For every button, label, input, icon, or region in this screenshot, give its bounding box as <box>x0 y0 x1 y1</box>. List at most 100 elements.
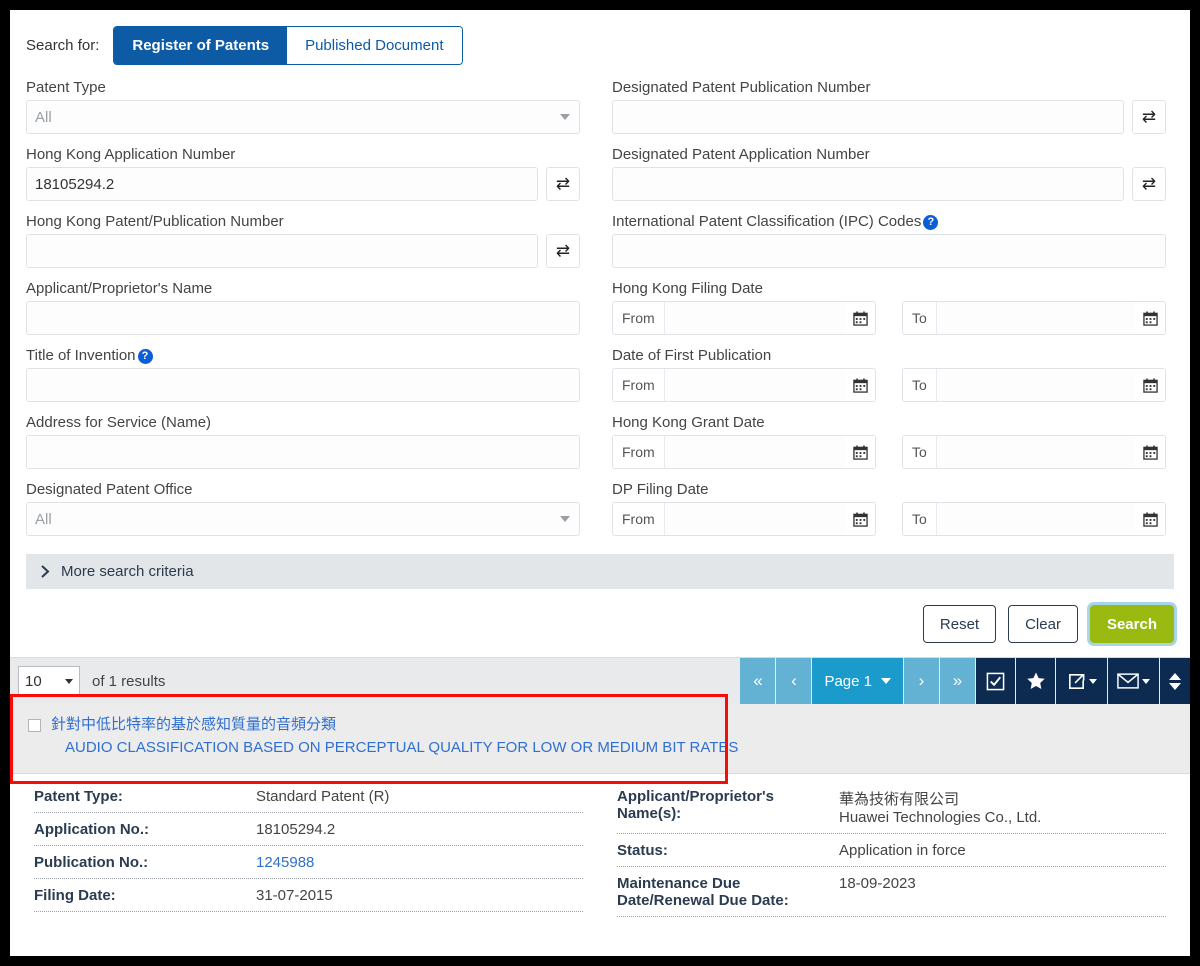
table-row: Publication No.: 1245988 <box>34 846 583 879</box>
applicant-name-input[interactable] <box>26 301 580 335</box>
field-dp-filing-date: DP Filing Date From To <box>612 481 1166 536</box>
result-title-english[interactable]: AUDIO CLASSIFICATION BASED ON PERCEPTUAL… <box>65 737 738 760</box>
calendar-icon[interactable] <box>1135 436 1165 468</box>
search-button[interactable]: Search <box>1089 605 1174 643</box>
dp-filing-date-range: From To <box>612 502 1166 536</box>
page-selector-label: Page 1 <box>824 672 872 690</box>
page-size-value: 10 <box>25 672 42 690</box>
hk-patent-publication-number-row: ⇄ <box>26 234 580 268</box>
ipc-codes-label-text: International Patent Classification (IPC… <box>612 213 922 230</box>
form-actions: Reset Clear Search <box>26 589 1174 657</box>
hk-application-number-input[interactable] <box>26 167 538 201</box>
prev-page-button[interactable]: ‹ <box>776 658 813 704</box>
dp-application-number-input[interactable] <box>612 167 1124 201</box>
table-row: Filing Date: 31-07-2015 <box>34 879 583 912</box>
detail-key: Application No.: <box>34 821 149 838</box>
detail-value: Standard Patent (R) <box>256 788 390 805</box>
calendar-icon[interactable] <box>845 302 875 334</box>
calendar-icon[interactable] <box>845 369 875 401</box>
hk-grant-date-to-input[interactable] <box>936 436 1135 468</box>
date-first-publication-from-input[interactable] <box>664 369 845 401</box>
publication-number-link[interactable]: 1245988 <box>256 854 314 871</box>
hk-application-number-label: Hong Kong Application Number <box>26 146 236 163</box>
last-page-button[interactable]: » <box>940 658 976 704</box>
chevron-right-icon <box>41 565 50 578</box>
envelope-icon[interactable] <box>1108 658 1160 704</box>
dp-filing-date-from-input[interactable] <box>664 503 845 535</box>
hk-grant-date-from-group: From <box>612 435 876 469</box>
star-icon[interactable] <box>1016 658 1056 704</box>
hk-grant-date-range: From To <box>612 435 1166 469</box>
address-for-service-label: Address for Service (Name) <box>26 414 212 431</box>
form-right-column: Designated Patent Publication Number ⇄ D… <box>612 79 1166 548</box>
more-search-criteria-toggle[interactable]: More search criteria <box>26 554 1174 589</box>
calendar-icon[interactable] <box>1135 302 1165 334</box>
detail-value: 31-07-2015 <box>256 887 333 904</box>
to-label: To <box>903 436 937 468</box>
field-hk-application-number: Hong Kong Application Number ⇄ <box>26 146 580 201</box>
hk-filing-date-from-input[interactable] <box>664 302 845 334</box>
calendar-icon[interactable] <box>1135 503 1165 535</box>
dp-filing-date-to-group: To <box>902 502 1166 536</box>
hk-grant-date-from-input[interactable] <box>664 436 845 468</box>
scroll-spinner[interactable] <box>1160 658 1190 704</box>
result-details-left: Patent Type: Standard Patent (R) Applica… <box>34 780 583 917</box>
dp-application-number-row: ⇄ <box>612 167 1166 201</box>
calendar-icon[interactable] <box>845 503 875 535</box>
help-icon[interactable]: ? <box>137 349 153 364</box>
title-of-invention-input[interactable] <box>26 368 580 402</box>
swap-icon[interactable]: ⇄ <box>1132 100 1166 134</box>
designated-patent-office-select[interactable]: All <box>26 502 580 536</box>
to-label: To <box>903 302 937 334</box>
field-hk-grant-date: Hong Kong Grant Date From To <box>612 414 1166 469</box>
dp-publication-number-input[interactable] <box>612 100 1124 134</box>
results-count-label: of 1 results <box>92 672 166 690</box>
reset-button[interactable]: Reset <box>922 605 997 643</box>
detail-key: Publication No.: <box>34 854 149 871</box>
field-hk-patent-publication-number: Hong Kong Patent/Publication Number ⇄ <box>26 213 580 268</box>
first-page-button[interactable]: « <box>740 658 777 704</box>
next-page-button[interactable]: › <box>904 658 940 704</box>
dp-filing-date-from-group: From <box>612 502 876 536</box>
swap-icon[interactable]: ⇄ <box>546 167 580 201</box>
detail-key: Status: <box>617 842 668 859</box>
date-first-publication-to-input[interactable] <box>936 369 1135 401</box>
search-for-label: Search for: <box>26 37 100 54</box>
select-all-checkbox-icon[interactable] <box>976 658 1016 704</box>
tab-published-document[interactable]: Published Document <box>287 27 462 64</box>
clear-button[interactable]: Clear <box>1008 605 1078 643</box>
hk-filing-date-from-group: From <box>612 301 876 335</box>
share-icon[interactable] <box>1056 658 1108 704</box>
calendar-icon[interactable] <box>845 436 875 468</box>
field-title-of-invention: Title of Invention? <box>26 347 580 402</box>
dp-publication-number-row: ⇄ <box>612 100 1166 134</box>
field-dp-application-number: Designated Patent Application Number ⇄ <box>612 146 1166 201</box>
detail-key: Applicant/Proprietor's Name(s): <box>617 788 774 822</box>
hk-patent-publication-number-input[interactable] <box>26 234 538 268</box>
field-hk-filing-date: Hong Kong Filing Date From To <box>612 280 1166 335</box>
arrow-down-icon[interactable] <box>1169 682 1181 690</box>
table-row: Status: Application in force <box>617 834 1166 867</box>
page-size-select[interactable]: 10 <box>18 666 80 696</box>
arrow-up-icon[interactable] <box>1169 672 1181 680</box>
swap-icon[interactable]: ⇄ <box>1132 167 1166 201</box>
calendar-icon[interactable] <box>1135 369 1165 401</box>
help-icon[interactable]: ? <box>923 215 939 230</box>
result-row-checkbox[interactable] <box>28 719 41 732</box>
field-dp-publication-number: Designated Patent Publication Number ⇄ <box>612 79 1166 134</box>
result-title-chinese[interactable]: 針對中低比特率的基於感知質量的音頻分類 <box>51 714 738 737</box>
swap-icon[interactable]: ⇄ <box>546 234 580 268</box>
tab-register-of-patents[interactable]: Register of Patents <box>114 27 288 64</box>
patent-type-select[interactable]: All <box>26 100 580 134</box>
chevron-down-icon <box>1088 678 1097 684</box>
result-row[interactable]: 針對中低比特率的基於感知質量的音頻分類 AUDIO CLASSIFICATION… <box>10 704 1190 774</box>
dp-filing-date-to-input[interactable] <box>936 503 1135 535</box>
hk-filing-date-to-input[interactable] <box>936 302 1135 334</box>
results-toolbar: 10 of 1 results « ‹ Page 1 › » <box>10 658 1190 704</box>
detail-key: Filing Date: <box>34 887 116 904</box>
chevron-down-icon <box>1142 678 1150 684</box>
to-label: To <box>903 369 937 401</box>
address-for-service-input[interactable] <box>26 435 580 469</box>
page-selector[interactable]: Page 1 <box>812 658 904 704</box>
ipc-codes-input[interactable] <box>612 234 1166 268</box>
